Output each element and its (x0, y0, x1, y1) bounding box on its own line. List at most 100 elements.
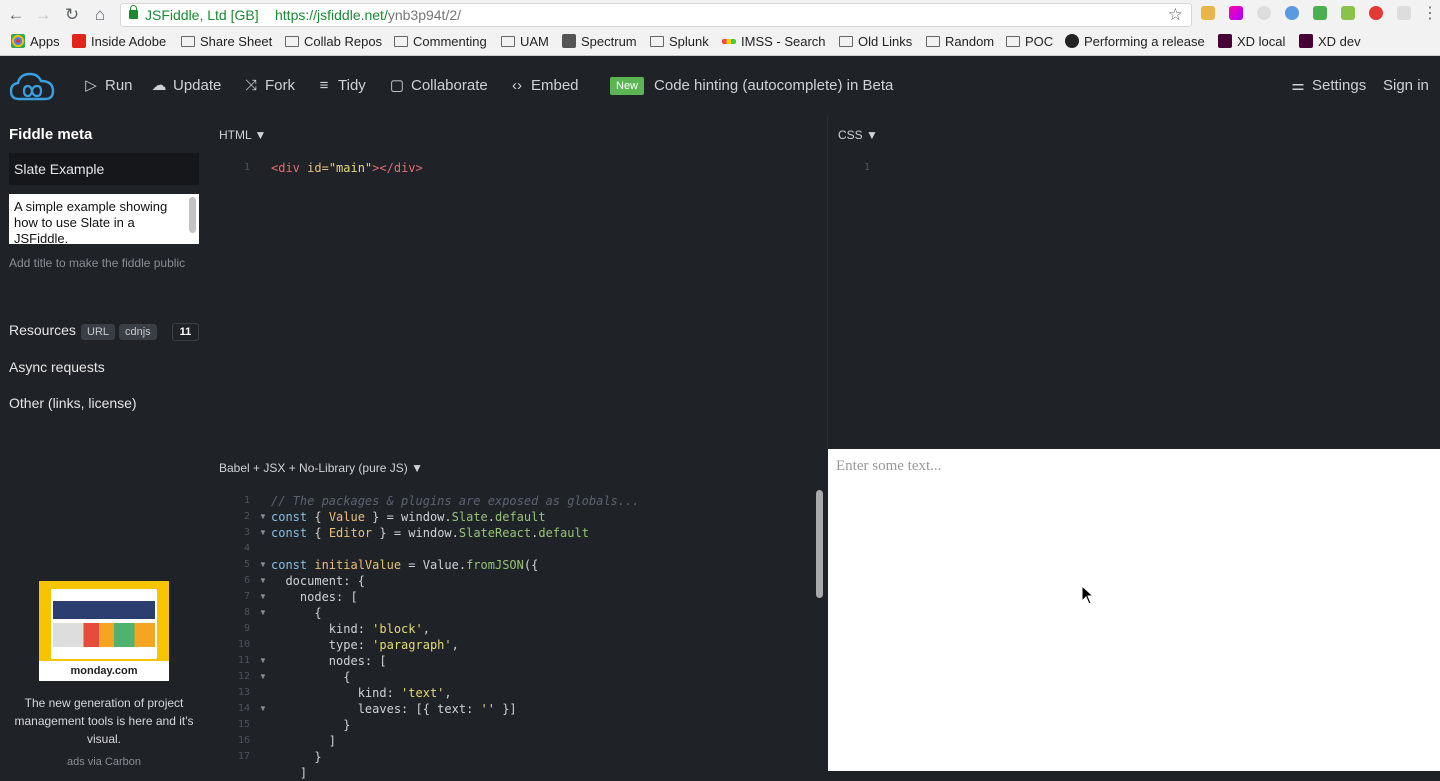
bookmark-xd-dev[interactable]: XD dev (1299, 32, 1361, 52)
code-line[interactable]: ] (271, 765, 307, 781)
new-badge: New (610, 77, 645, 95)
bookmark-spectrum[interactable]: Spectrum (562, 32, 637, 52)
ad-screenshot-board (53, 623, 155, 647)
code-line[interactable]: } (271, 749, 321, 765)
fork-button[interactable]: ⤨ Fork (243, 56, 295, 116)
scrollbar[interactable] (189, 197, 196, 233)
resources-link[interactable]: Resources (9, 322, 76, 338)
code-brackets-icon: ‹› (512, 77, 522, 94)
reload-icon[interactable]: ↻ (62, 5, 82, 25)
lock-icon (129, 5, 138, 19)
line-number: 11 (237, 655, 250, 666)
slate-editor-placeholder[interactable]: Enter some text... (836, 458, 941, 475)
home-icon[interactable]: ⌂ (90, 5, 110, 25)
fold-arrow-icon[interactable]: ▼ (259, 669, 269, 685)
sign-in-link[interactable]: Sign in (1383, 56, 1429, 116)
css-panel-label[interactable]: CSS ▼ (838, 128, 878, 142)
line-number: 6 (243, 575, 250, 586)
settings-button[interactable]: ⚌ Settings (1290, 56, 1366, 116)
ads-via-carbon[interactable]: ads via Carbon (9, 756, 199, 768)
html-code-line[interactable]: <div id="main"></div> (271, 160, 423, 176)
async-requests-link[interactable]: Async requests (9, 359, 105, 375)
collaborate-button[interactable]: ▢ Collaborate (389, 56, 488, 116)
tidy-button[interactable]: ≡ Tidy (316, 56, 366, 116)
jsfiddle-toolbar: ▷ Run ☁ Update ⤨ Fork ≡ Tidy ▢ Collaborate ‹›… (0, 56, 1440, 116)
public-hint: Add title to make the fiddle public (9, 256, 186, 270)
code-line[interactable]: } (271, 717, 350, 733)
announcement[interactable]: New Code hinting (autocomplete) in Beta (610, 56, 893, 116)
fiddle-description-textarea[interactable]: A simple example showing how to use Slat… (9, 194, 199, 244)
line-number: 7 (243, 591, 250, 602)
extension-icon[interactable] (1341, 6, 1355, 20)
bookmark-imss-search[interactable]: IMSS - Search (722, 32, 826, 52)
code-line[interactable]: nodes: [ (271, 653, 387, 669)
code-line[interactable]: nodes: [ (271, 589, 358, 605)
code-line[interactable]: const { Value } = window.Slate.default (271, 509, 546, 525)
bookmark-commenting[interactable]: Commenting (394, 32, 487, 52)
fold-arrow-icon[interactable]: ▼ (259, 573, 269, 589)
bookmark-splunk[interactable]: Splunk (650, 32, 709, 52)
code-line[interactable]: ] (271, 733, 336, 749)
extension-icon[interactable] (1229, 6, 1243, 20)
code-line[interactable]: leaves: [{ text: '' }] (271, 701, 517, 717)
extension-icon[interactable] (1201, 6, 1215, 20)
bookmark-poc[interactable]: POC (1006, 32, 1053, 52)
code-line[interactable]: document: { (271, 573, 364, 589)
code-line[interactable]: type: 'paragraph', (271, 637, 459, 653)
fold-arrow-icon[interactable]: ▼ (259, 653, 269, 669)
extension-icon[interactable] (1397, 6, 1411, 20)
line-number: 1 (243, 495, 250, 506)
fold-arrow-icon[interactable]: ▼ (259, 557, 269, 573)
back-arrow-icon[interactable]: ← (6, 5, 26, 25)
bookmark-random[interactable]: Random (926, 32, 994, 52)
run-button[interactable]: ▷ Run (83, 56, 132, 116)
bookmark-share-sheet[interactable]: Share Sheet (181, 32, 272, 52)
result-panel[interactable]: Enter some text... (828, 449, 1440, 771)
forward-arrow-icon[interactable]: → (33, 5, 53, 25)
bookmark-apps[interactable]: Apps (11, 32, 60, 52)
adobe-icon (72, 34, 86, 48)
update-button[interactable]: ☁ Update (151, 56, 222, 116)
fold-arrow-icon[interactable]: ▼ (259, 589, 269, 605)
fold-arrow-icon[interactable]: ▼ (259, 605, 269, 621)
fiddle-title-input[interactable]: Slate Example (9, 153, 199, 185)
adblock-icon[interactable] (1369, 6, 1383, 20)
jsfiddle-logo-icon[interactable] (9, 70, 55, 102)
html-panel-label[interactable]: HTML ▼ (219, 128, 266, 142)
code-line[interactable]: const initialValue = Value.fromJSON({ (271, 557, 538, 573)
embed-button[interactable]: ‹› Embed (509, 56, 579, 116)
code-line[interactable]: { (271, 669, 350, 685)
xd-icon (1218, 34, 1232, 48)
bookmark-old-links[interactable]: Old Links (839, 32, 912, 52)
code-line[interactable]: const { Editor } = window.SlateReact.def… (271, 525, 589, 541)
bookmark-collab-repos[interactable]: Collab Repos (285, 32, 382, 52)
line-number: 4 (243, 543, 250, 554)
js-panel-label[interactable]: Babel + JSX + No-Library (pure JS) ▼ (219, 461, 423, 475)
cdnjs-chip[interactable]: cdnjs (119, 324, 157, 340)
extension-icon[interactable] (1285, 6, 1299, 20)
bookmark-star-icon[interactable]: ☆ (1168, 4, 1183, 26)
ad-image[interactable]: monday.com (39, 581, 169, 681)
fold-arrow-icon[interactable]: ▼ (259, 525, 269, 541)
url-chip[interactable]: URL (81, 324, 116, 340)
panel-divider[interactable] (827, 116, 828, 449)
bookmark-inside-adobe[interactable]: Inside Adobe (72, 32, 166, 52)
line-number: 12 (237, 671, 250, 682)
code-line[interactable]: // The packages & plugins are exposed as… (271, 493, 639, 509)
bookmark-xd-local[interactable]: XD local (1218, 32, 1285, 52)
js-editor-scrollbar[interactable] (812, 486, 827, 771)
bookmark-performing-a-release[interactable]: Performing a release (1065, 32, 1205, 52)
fold-arrow-icon[interactable]: ▼ (259, 509, 269, 525)
extension-icon[interactable] (1257, 6, 1271, 20)
fold-arrow-icon[interactable]: ▼ (259, 701, 269, 717)
code-line[interactable]: kind: 'block', (271, 621, 430, 637)
other-links-license[interactable]: Other (links, license) (9, 395, 137, 411)
ad-text[interactable]: The new generation of project management… (9, 694, 199, 748)
address-bar[interactable]: JSFiddle, Ltd [GB] https://jsfiddle.net/… (120, 3, 1192, 27)
bookmark-uam[interactable]: UAM (501, 32, 549, 52)
cors-extension-icon[interactable] (1313, 6, 1327, 20)
browser-menu-icon[interactable]: ⋮ (1422, 4, 1438, 24)
code-line[interactable]: { (271, 605, 321, 621)
scrollbar-thumb[interactable] (816, 490, 823, 598)
code-line[interactable]: kind: 'text', (271, 685, 452, 701)
